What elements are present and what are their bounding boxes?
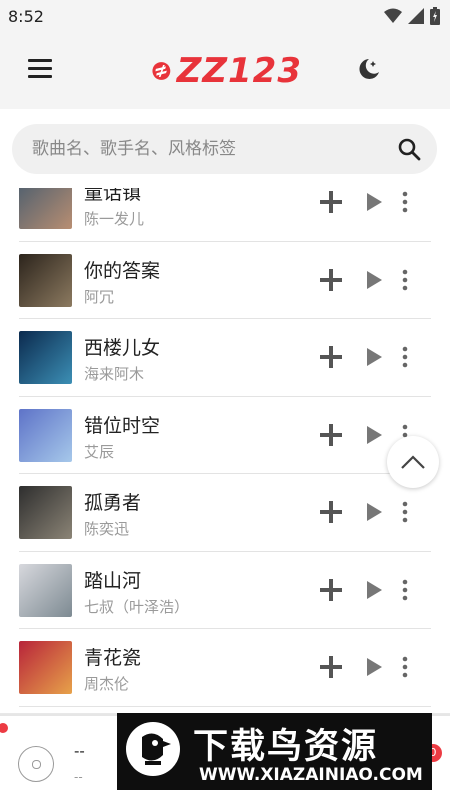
song-list[interactable]: 童话镇 陈一发儿 你的答案 阿冗 西楼儿女 海来阿木 错位时空 艾辰 孤勇者 陈… xyxy=(0,188,450,713)
plus-icon xyxy=(320,501,342,523)
song-title: 西楼儿女 xyxy=(84,337,161,359)
search-bar xyxy=(12,124,437,174)
search-icon xyxy=(398,138,421,161)
song-title: 青花瓷 xyxy=(84,647,142,669)
plus-icon xyxy=(320,191,342,213)
search-input[interactable] xyxy=(32,139,397,159)
play-button[interactable] xyxy=(364,580,384,600)
watermark-url: WWW.XIAZAINIAO.COM xyxy=(199,765,423,785)
player-title: -- xyxy=(74,742,85,760)
more-options-button[interactable] xyxy=(402,268,408,292)
app-logo: ZZ123 xyxy=(152,46,302,96)
status-time: 8:52 xyxy=(8,6,44,26)
player-artist: -- xyxy=(74,770,83,784)
album-cover xyxy=(19,641,72,694)
play-icon xyxy=(367,270,382,289)
song-row[interactable]: 你的答案 阿冗 xyxy=(19,242,431,319)
more-options-button[interactable] xyxy=(402,190,408,214)
song-title: 童话镇 xyxy=(84,188,142,204)
play-button[interactable] xyxy=(364,270,384,290)
play-icon xyxy=(367,658,382,676)
album-cover xyxy=(19,486,72,539)
more-vertical-icon xyxy=(402,346,408,368)
status-icons xyxy=(384,7,440,25)
song-row[interactable]: 踏山河 七叔（叶泽浩） xyxy=(19,552,431,629)
status-bar: 8:52 xyxy=(0,0,450,32)
play-button[interactable] xyxy=(364,192,384,212)
play-icon xyxy=(367,503,382,521)
progress-handle[interactable] xyxy=(0,723,8,733)
logo-mark-icon xyxy=(152,62,171,80)
plus-icon xyxy=(320,578,342,601)
watermark-banner: 下载鸟资源 WWW.XIAZAINIAO.COM xyxy=(117,713,432,790)
play-button[interactable] xyxy=(364,425,384,445)
song-row[interactable]: 孤勇者 陈奕迅 xyxy=(19,474,431,552)
battery-icon xyxy=(430,7,440,25)
bird-logo-icon xyxy=(126,722,180,776)
song-title: 错位时空 xyxy=(84,414,161,437)
song-title: 孤勇者 xyxy=(84,492,142,514)
plus-icon xyxy=(320,656,342,678)
plus-icon xyxy=(320,268,342,291)
more-options-button[interactable] xyxy=(402,500,408,524)
song-artist: 海来阿木 xyxy=(84,365,145,383)
song-artist: 陈一发儿 xyxy=(84,210,145,228)
song-artist: 七叔（叶泽浩） xyxy=(84,597,190,616)
add-to-playlist-button[interactable] xyxy=(319,345,343,369)
album-cover xyxy=(19,408,72,462)
play-button[interactable] xyxy=(364,502,384,522)
play-icon xyxy=(367,580,382,599)
song-title: 你的答案 xyxy=(84,259,161,282)
song-row[interactable]: 青花瓷 周杰伦 xyxy=(19,629,431,707)
more-vertical-icon xyxy=(402,501,408,523)
more-options-button[interactable] xyxy=(402,578,408,602)
add-to-playlist-button[interactable] xyxy=(319,423,343,447)
album-cover xyxy=(19,331,72,384)
more-options-button[interactable] xyxy=(402,655,408,679)
wifi-icon xyxy=(384,8,402,23)
more-options-button[interactable] xyxy=(402,345,408,369)
album-cover xyxy=(19,253,72,307)
play-button[interactable] xyxy=(364,347,384,367)
watermark-title: 下载鸟资源 xyxy=(193,727,379,767)
song-row[interactable]: 错位时空 艾辰 xyxy=(19,397,431,474)
menu-button[interactable] xyxy=(28,59,52,81)
plus-icon xyxy=(320,423,342,446)
song-title: 踏山河 xyxy=(84,569,142,592)
more-vertical-icon xyxy=(402,579,408,600)
app-bar: ZZ123 xyxy=(0,32,450,109)
more-vertical-icon xyxy=(402,656,408,678)
add-to-playlist-button[interactable] xyxy=(319,655,343,679)
signal-icon xyxy=(408,8,424,24)
disc-icon[interactable] xyxy=(18,746,54,782)
add-to-playlist-button[interactable] xyxy=(319,190,343,214)
song-artist: 周杰伦 xyxy=(84,675,130,693)
moon-icon xyxy=(359,59,379,79)
song-row[interactable]: 童话镇 陈一发儿 xyxy=(19,188,431,242)
plus-icon xyxy=(320,346,342,368)
add-to-playlist-button[interactable] xyxy=(319,500,343,524)
album-cover xyxy=(19,188,72,229)
more-vertical-icon xyxy=(402,191,408,213)
play-icon xyxy=(367,425,382,444)
night-mode-button[interactable] xyxy=(356,56,382,82)
add-to-playlist-button[interactable] xyxy=(319,268,343,292)
more-vertical-icon xyxy=(402,269,408,290)
album-cover xyxy=(19,563,72,617)
song-artist: 艾辰 xyxy=(84,442,115,461)
play-icon xyxy=(367,348,382,366)
song-artist: 陈奕迅 xyxy=(84,520,130,538)
add-to-playlist-button[interactable] xyxy=(319,578,343,602)
back-to-top-button[interactable] xyxy=(387,436,439,488)
song-artist: 阿冗 xyxy=(84,287,115,306)
play-icon xyxy=(367,193,382,211)
chevron-up-icon xyxy=(401,455,425,469)
song-row[interactable]: 西楼儿女 海来阿木 xyxy=(19,319,431,397)
search-button[interactable] xyxy=(397,137,421,161)
logo-text: ZZ123 xyxy=(176,51,302,91)
play-button[interactable] xyxy=(364,657,384,677)
